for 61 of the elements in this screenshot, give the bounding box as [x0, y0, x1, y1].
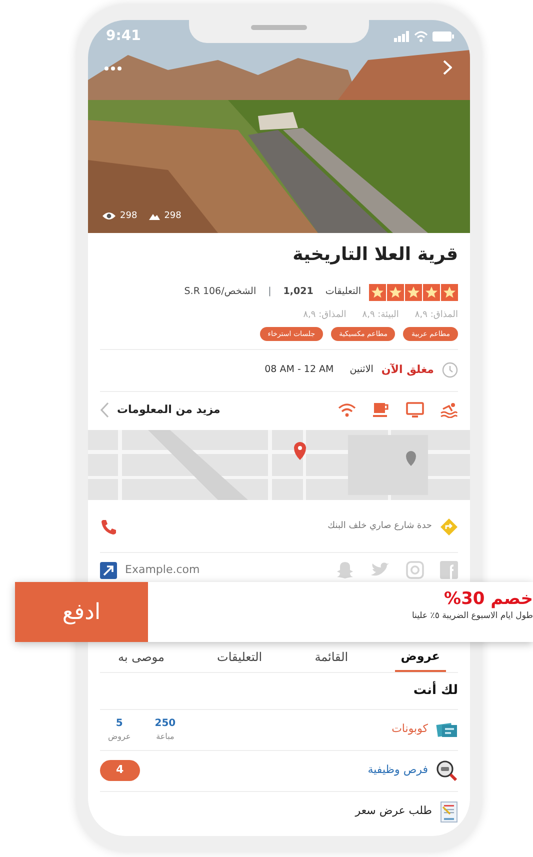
- tab[interactable]: القائمة: [308, 645, 354, 672]
- star-icon: [369, 284, 386, 301]
- square-icon[interactable]: [440, 561, 458, 579]
- stat-label: عروض: [108, 731, 131, 743]
- reviews-count: 1,021: [283, 285, 314, 300]
- stat-value: 250: [154, 717, 176, 731]
- magnifier-icon: [436, 760, 458, 782]
- reviews-label: التعليقات: [325, 285, 361, 300]
- document-icon: [440, 800, 458, 822]
- signal-icon: [394, 31, 410, 42]
- place-title: قرية العلا التاريخية: [292, 243, 458, 267]
- bird-icon[interactable]: [370, 562, 390, 578]
- star-icon: [423, 284, 440, 301]
- swimming-icon: [440, 402, 458, 418]
- star-icon: [405, 284, 422, 301]
- price: الشخص/106 S.R: [184, 285, 256, 300]
- list-item-link[interactable]: فرص وظيفية: [368, 762, 428, 779]
- tab[interactable]: موصى به: [112, 645, 170, 672]
- clock-icon: [442, 362, 458, 378]
- star-icon: [441, 284, 458, 301]
- count-badge: 4: [100, 760, 140, 781]
- more-icon[interactable]: [104, 66, 122, 71]
- stat-label: مباعة: [156, 731, 174, 743]
- separator: |: [268, 285, 272, 300]
- wifi-icon: [414, 31, 428, 42]
- list-item-link[interactable]: كوبونات: [392, 721, 428, 738]
- phone-icon[interactable]: [100, 518, 118, 536]
- chevron-left-icon: [100, 402, 109, 418]
- cup-icon: [372, 402, 390, 418]
- monitor-icon: [406, 402, 424, 418]
- ghost-icon[interactable]: [336, 561, 354, 579]
- pay-button[interactable]: ادفع: [15, 582, 148, 642]
- hours-day: الاثنين: [350, 363, 374, 378]
- eye-icon: [102, 211, 116, 222]
- camera-icon[interactable]: [406, 561, 424, 579]
- promo-subtitle: طول ايام الاسبوع الضريبة ٥٪ علينا: [412, 610, 533, 623]
- view-count: 298: [120, 210, 138, 222]
- tab[interactable]: عروض: [394, 645, 446, 672]
- wifi-icon: [338, 402, 356, 417]
- speaker-grille: [251, 25, 307, 30]
- stat-value: 5: [116, 717, 123, 731]
- rating-text: المذاق: ٨,٩: [414, 309, 458, 322]
- star-icon: [387, 284, 404, 301]
- status-time: 9:41: [106, 27, 141, 46]
- list-item-link[interactable]: طلب عرض سعر: [355, 803, 432, 820]
- mountain-icon: [149, 212, 160, 220]
- link-icon: [100, 562, 117, 578]
- battery-icon: [432, 31, 454, 42]
- tab[interactable]: التعليقات: [211, 645, 268, 672]
- photo-count: 298: [164, 210, 182, 222]
- section-title: لك أنت: [412, 680, 458, 700]
- rating-text: المذاق: ٨,٩: [303, 309, 346, 322]
- ticket-icon: [436, 720, 458, 738]
- chevron-right-icon[interactable]: [443, 60, 452, 75]
- website-link[interactable]: Example.com: [100, 562, 200, 578]
- open-status: مغلق الآن: [381, 362, 434, 378]
- rating-text: البيئة: ٨,٩: [362, 309, 399, 322]
- promo-title: خصم 30%: [443, 588, 533, 610]
- hours-time: 08 AM - 12 AM: [264, 363, 334, 378]
- address-text: حدة شارع صاري خلف البنك: [328, 520, 432, 534]
- more-info-link[interactable]: مزيد من المعلومات: [100, 402, 220, 418]
